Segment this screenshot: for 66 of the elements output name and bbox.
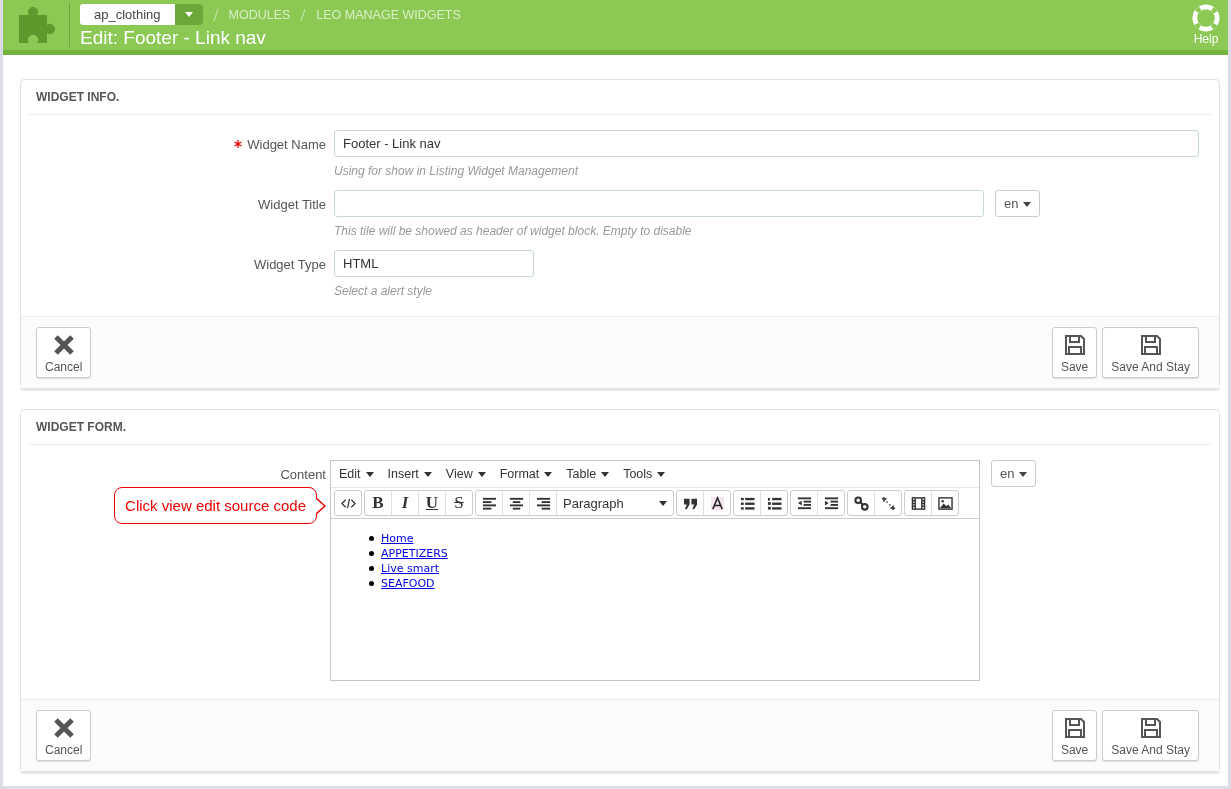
caret-icon[interactable] — [423, 472, 432, 478]
save-button[interactable]: Save — [1051, 327, 1098, 378]
outdent-icon[interactable] — [796, 495, 812, 511]
link-icon[interactable] — [853, 495, 869, 511]
text-field[interactable] — [334, 190, 984, 217]
align-left-icon[interactable] — [481, 495, 497, 511]
bullet-icon — [369, 535, 374, 541]
editor-menu[interactable]: Table — [566, 467, 610, 481]
editor-menu[interactable]: Tools — [623, 467, 666, 481]
page-title: Edit: Footer - Link nav — [80, 26, 267, 50]
breadcrumb-separator-icon — [300, 8, 307, 21]
help-text: Select a alert style — [334, 283, 434, 298]
field-label: Widget Title — [258, 197, 326, 212]
text-field[interactable]: HTML — [334, 250, 534, 277]
numbered-list-icon[interactable] — [766, 495, 782, 511]
film-icon[interactable] — [910, 495, 926, 511]
underline-button[interactable]: U — [419, 491, 446, 515]
caret-icon[interactable] — [477, 472, 486, 478]
field-label: Widget Type — [253, 257, 326, 272]
field-label: Widget Name — [247, 137, 326, 152]
caret-icon[interactable] — [659, 500, 667, 506]
align-center-icon[interactable] — [508, 495, 524, 511]
bullet-icon — [369, 580, 374, 586]
editor-menu[interactable]: Insert — [387, 467, 432, 481]
panel-heading: WIDGET FORM. — [28, 410, 1212, 445]
bold-button[interactable]: B — [365, 491, 392, 515]
text-color-icon[interactable] — [709, 495, 725, 511]
save-and-stay-button[interactable]: Save And Stay — [1102, 710, 1199, 761]
callout-pointer-icon — [316, 496, 326, 515]
editor-menu[interactable]: Format — [499, 467, 553, 481]
caret-icon[interactable] — [657, 472, 666, 478]
editor-menu[interactable]: View — [445, 467, 486, 481]
align-right-icon[interactable] — [535, 495, 551, 511]
strike-button[interactable]: S — [446, 491, 472, 515]
cancel-button[interactable]: Cancel — [36, 327, 92, 378]
breadcrumb-separator-icon — [212, 8, 219, 21]
bullet-list-icon[interactable] — [739, 495, 755, 511]
content-link[interactable]: APPETIZERS — [381, 547, 448, 560]
content-link[interactable]: Home — [381, 532, 414, 545]
italic-button[interactable]: I — [392, 491, 419, 515]
save-button[interactable]: Save — [1051, 710, 1098, 761]
unlink-icon[interactable] — [880, 495, 896, 511]
language-dropdown[interactable]: en — [991, 460, 1037, 487]
bullet-icon — [369, 565, 374, 571]
caret-icon[interactable] — [1023, 202, 1032, 208]
store-selector[interactable]: ap_clothing — [80, 4, 203, 25]
cancel-button[interactable]: Cancel — [36, 710, 92, 761]
caret-icon[interactable] — [1019, 472, 1028, 478]
editor-menu[interactable]: Edit — [339, 467, 374, 481]
field-label: Content — [280, 467, 326, 482]
close-icon[interactable] — [51, 716, 76, 740]
caret-icon[interactable] — [365, 472, 374, 478]
caret-icon[interactable] — [601, 472, 610, 478]
help-text: This tile will be showed as header of widget block. Empty to disable — [334, 223, 693, 238]
content-link[interactable]: SEAFOOD — [381, 577, 435, 590]
bullet-icon — [369, 550, 374, 556]
save-and-stay-button[interactable]: Save And Stay — [1102, 327, 1199, 378]
text-field[interactable]: Footer - Link nav — [334, 130, 1199, 157]
content-link[interactable]: Live smart — [381, 562, 439, 575]
indent-icon[interactable] — [823, 495, 839, 511]
panel-heading: WIDGET INFO. — [28, 80, 1212, 115]
image-icon[interactable] — [937, 495, 953, 511]
language-dropdown[interactable]: en — [995, 190, 1041, 217]
help-text: Using for show in Listing Widget Management — [334, 163, 580, 178]
caret-icon[interactable] — [544, 472, 553, 478]
close-icon[interactable] — [51, 333, 76, 357]
